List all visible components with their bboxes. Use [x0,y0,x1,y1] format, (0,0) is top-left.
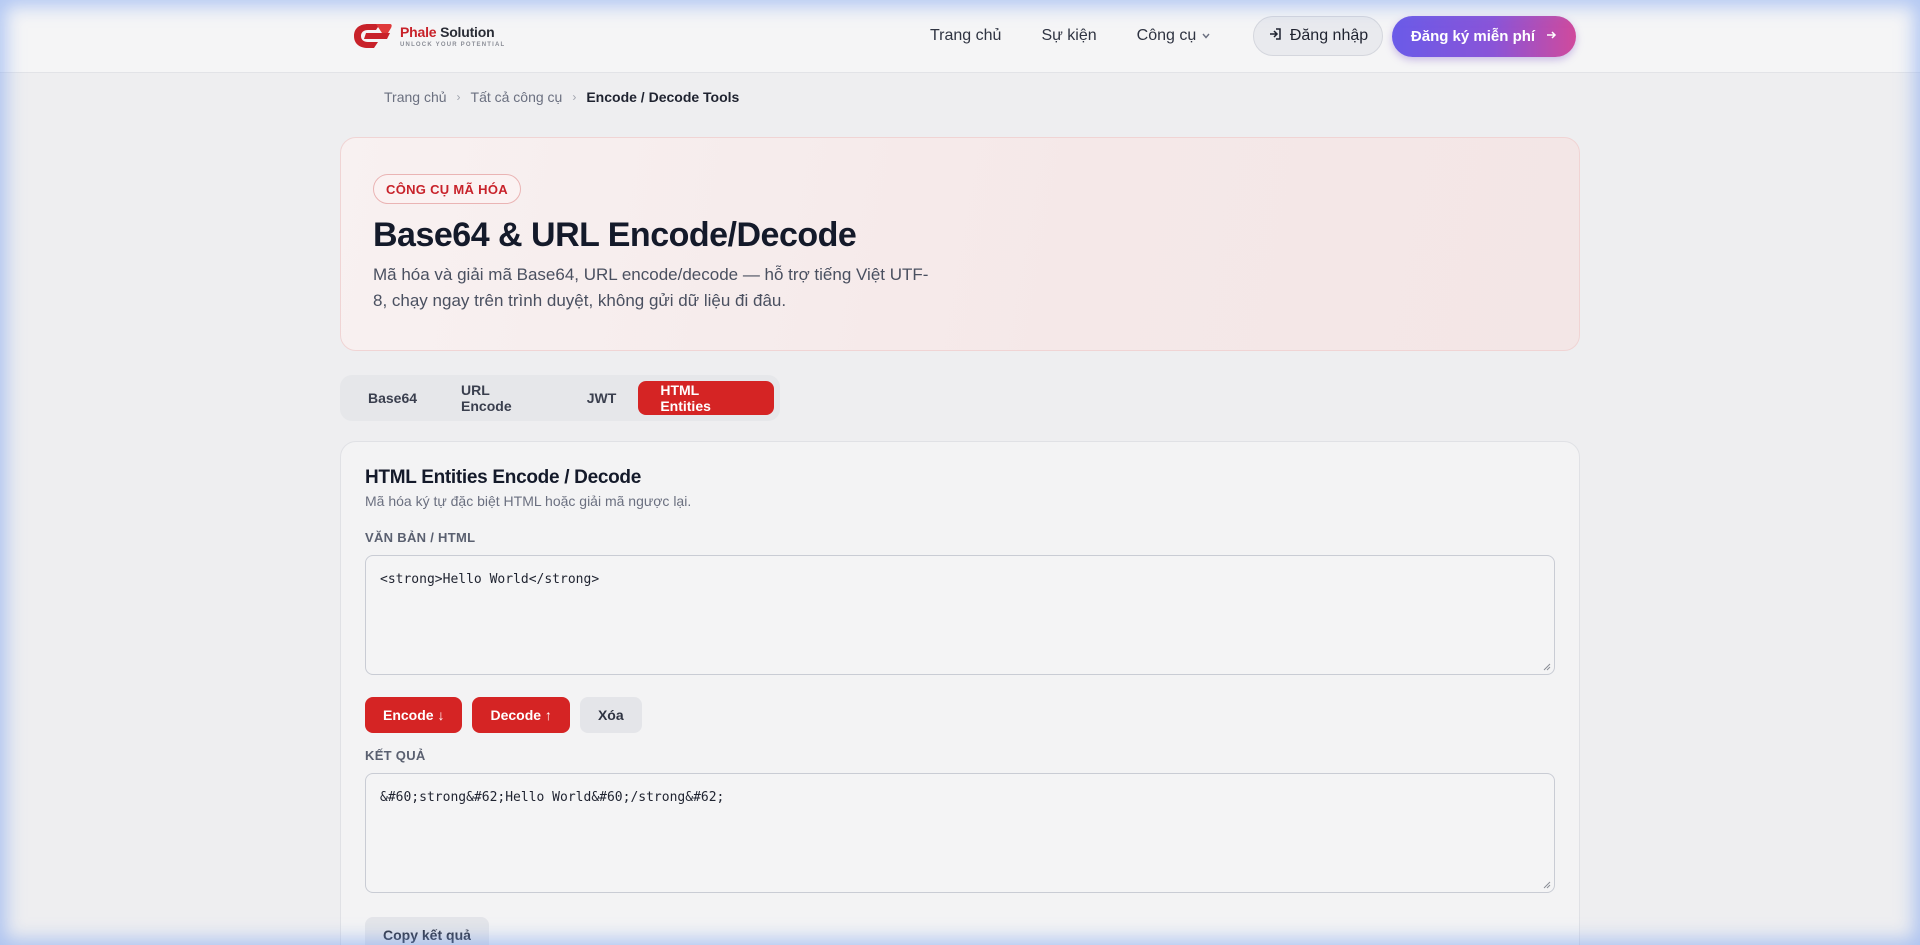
login-icon [1268,27,1282,46]
chevron-right-icon: › [572,90,577,104]
brand-tagline: UNLOCK YOUR POTENTIAL [400,41,506,48]
brand-name-primary: Phale [400,23,437,40]
nav-link-tools[interactable]: Công cụ [1137,27,1211,45]
login-button[interactable]: Đăng nhập [1253,16,1383,56]
nav-link-label: Trang chủ [930,27,1002,44]
copy-result-button[interactable]: Copy kết quả [365,917,489,945]
chevron-down-icon [1202,31,1210,42]
clear-button[interactable]: Xóa [579,697,642,733]
output-label: KẾT QUẢ [365,748,426,763]
nav-link-label: Sự kiện [1041,27,1097,44]
resize-handle-icon[interactable] [1543,663,1551,671]
input-label: VĂN BẢN / HTML [365,530,476,545]
output-textarea[interactable]: &#60;strong&#62;Hello World&#60;/strong&… [365,773,1555,893]
input-textarea[interactable]: <strong>Hello World</strong> [365,555,1555,675]
arrow-right-icon [1545,28,1557,45]
output-text: &#60;strong&#62;Hello World&#60;/strong&… [380,790,725,805]
nav-link-label: Công cụ [1136,27,1197,44]
tab-url-encode[interactable]: URL Encode [439,381,565,415]
decode-button[interactable]: Decode ↑ [472,697,570,733]
breadcrumb-home[interactable]: Trang chủ [384,89,447,105]
tool-subtitle: Mã hóa ký tự đặc biệt HTML hoặc giải mã … [365,493,692,509]
tab-base64[interactable]: Base64 [346,381,439,415]
chevron-right-icon: › [456,90,461,104]
tab-html-entities[interactable]: HTML Entities [638,381,774,415]
category-badge: CÔNG CỤ MÃ HÓA [373,174,521,204]
resize-handle-icon[interactable] [1543,881,1551,889]
signup-button[interactable]: Đăng ký miễn phí [1392,16,1576,57]
logo-mark-icon [354,24,392,48]
nav-link-events[interactable]: Sự kiện [1041,27,1096,45]
login-label: Đăng nhập [1289,27,1369,44]
brand-name-secondary: Solution [440,23,495,40]
tab-jwt[interactable]: JWT [565,381,639,415]
hero-section: CÔNG CỤ MÃ HÓA Base64 & URL Encode/Decod… [340,137,1580,351]
action-row: Encode ↓ Decode ↑ Xóa [365,697,642,733]
main-nav: Trang chủ Sự kiện Công cụ [930,16,1250,56]
input-text: <strong>Hello World</strong> [380,572,600,587]
breadcrumb-current: Encode / Decode Tools [586,89,740,105]
brand-logo[interactable]: Phale Solution UNLOCK YOUR POTENTIAL [350,20,505,52]
page-title: Base64 & URL Encode/Decode [373,216,857,254]
encode-button[interactable]: Encode ↓ [365,697,463,733]
page-description: Mã hóa và giải mã Base64, URL encode/dec… [373,265,929,310]
tool-tabs: Base64 URL Encode JWT HTML Entities [340,375,780,421]
nav-link-home[interactable]: Trang chủ [930,27,1001,45]
signup-label: Đăng ký miễn phí [1410,28,1536,45]
tool-card: HTML Entities Encode / Decode Mã hóa ký … [340,441,1580,945]
breadcrumb: Trang chủ › Tất cả công cụ › Encode / De… [384,89,739,105]
site-header: Phale Solution UNLOCK YOUR POTENTIAL Tra… [0,0,1920,73]
tool-title: HTML Entities Encode / Decode [365,467,641,488]
breadcrumb-all-tools[interactable]: Tất cả công cụ [471,89,563,105]
